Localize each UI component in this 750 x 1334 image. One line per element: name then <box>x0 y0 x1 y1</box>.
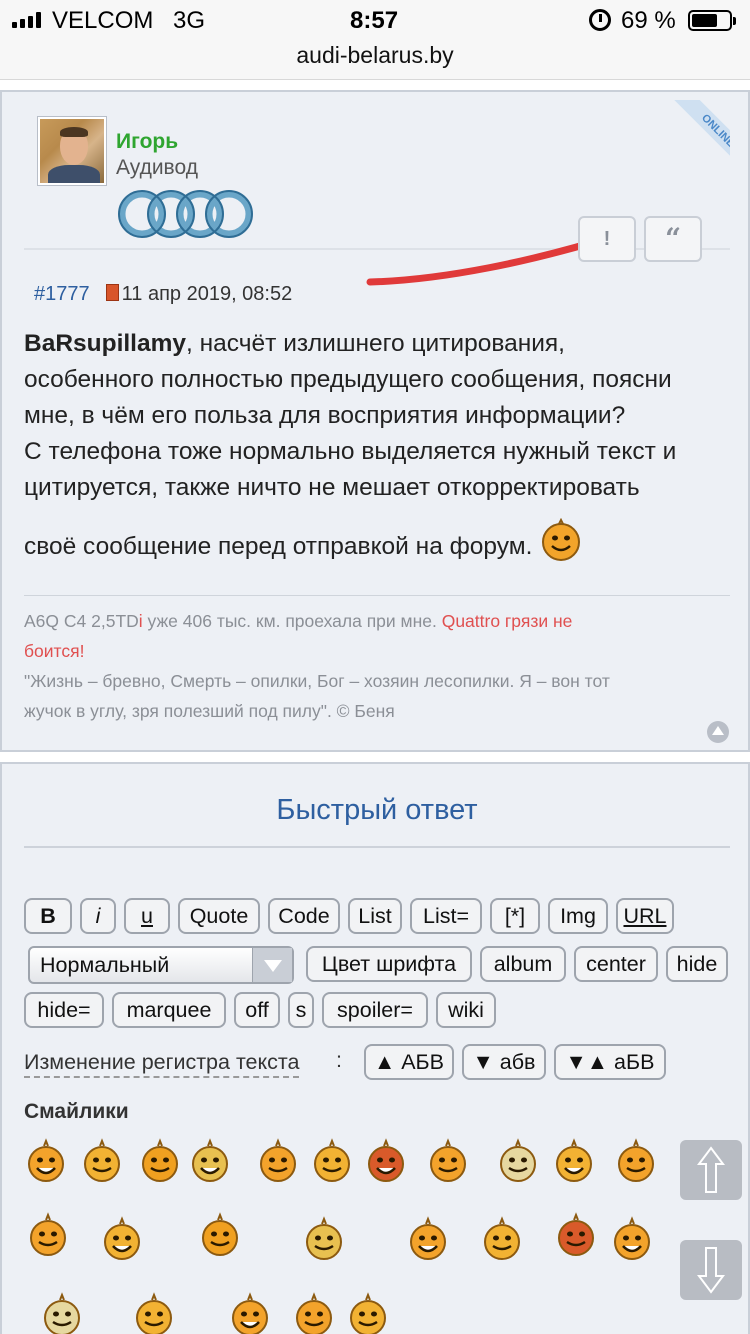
to-top-icon[interactable] <box>707 721 729 743</box>
post-date: 11 апр 2019, 08:52 <box>121 283 293 305</box>
smiley-icon[interactable] <box>610 1216 654 1264</box>
author-title: Аудивод <box>116 156 198 179</box>
status-bar: VELCOM 3G 8:57 69 % <box>0 0 750 40</box>
forum-post: Игорь Аудивод ONLINE ! “ #1777 11 апр 201… <box>0 90 750 752</box>
post-line: цитируется, также ничто не мешает откорр… <box>24 474 640 501</box>
divider <box>24 846 730 848</box>
smiley-icon[interactable] <box>24 1138 68 1186</box>
smiley-icon[interactable] <box>188 1138 232 1186</box>
smiley-icon[interactable] <box>554 1212 598 1260</box>
smiley-icon <box>542 518 581 561</box>
font-color-button[interactable]: Цвет шрифта <box>306 946 472 982</box>
strike-button[interactable]: s <box>288 992 314 1028</box>
battery-icon <box>688 10 736 31</box>
smiley-icon[interactable] <box>138 1138 182 1186</box>
wiki-button[interactable]: wiki <box>436 992 496 1028</box>
spoiler-button[interactable]: spoiler= <box>322 992 428 1028</box>
author-name[interactable]: Игорь <box>116 130 178 154</box>
chevron-down-icon <box>252 948 292 982</box>
signal-icon <box>12 12 41 28</box>
album-button[interactable]: album <box>480 946 566 982</box>
network-type: 3G <box>173 7 206 34</box>
report-icon: ! <box>603 228 611 250</box>
smiley-icon[interactable] <box>40 1292 84 1334</box>
post-body: BaRsupillamy, насчёт излишнего цитирован… <box>24 326 730 565</box>
battery-percent: 69 % <box>621 7 676 34</box>
smilies-title: Смайлики <box>24 1100 129 1123</box>
alarm-icon <box>589 9 611 31</box>
post-line: особенного полностью предыдущего сообщен… <box>24 366 672 393</box>
url-button[interactable]: URL <box>616 898 674 934</box>
smiley-icon[interactable] <box>198 1212 242 1260</box>
smiley-icon[interactable] <box>100 1216 144 1264</box>
smiley-icon[interactable] <box>496 1138 540 1186</box>
smiley-icon[interactable] <box>426 1138 470 1186</box>
scroll-up-icon[interactable] <box>680 1140 742 1200</box>
quick-reply-panel: Быстрый ответ B i u Quote Code List List… <box>0 762 750 1334</box>
uppercase-button[interactable]: ▲ АБВ <box>364 1044 454 1080</box>
invert-case-button[interactable]: ▼▲ аБВ <box>554 1044 666 1080</box>
smiley-icon[interactable] <box>132 1292 176 1334</box>
signature-divider <box>24 595 730 596</box>
smiley-icon[interactable] <box>310 1138 354 1186</box>
list-button[interactable]: List <box>348 898 402 934</box>
smiley-icon[interactable] <box>292 1292 336 1334</box>
list-item-button[interactable]: [*] <box>490 898 540 934</box>
font-size-value: Нормальный <box>40 953 170 977</box>
marquee-button[interactable]: marquee <box>112 992 226 1028</box>
smiley-icon[interactable] <box>614 1138 658 1186</box>
img-button[interactable]: Img <box>548 898 608 934</box>
smiley-icon[interactable] <box>552 1138 596 1186</box>
off-button[interactable]: off <box>234 992 280 1028</box>
quote-icon: “ <box>664 222 682 255</box>
report-button[interactable]: ! <box>578 216 636 262</box>
audi-rings-icon <box>118 190 253 238</box>
quote-tag-button[interactable]: Quote <box>178 898 260 934</box>
post-line: своё сообщение перед отправкой на форум. <box>24 533 533 560</box>
smiley-icon[interactable] <box>480 1216 524 1264</box>
quote-button[interactable]: “ <box>644 216 702 262</box>
post-line: мне, в чём его польза для восприятия инф… <box>24 402 626 429</box>
smiley-icon[interactable] <box>256 1138 300 1186</box>
smiley-icon[interactable] <box>302 1216 346 1264</box>
underline-button[interactable]: u <box>124 898 170 934</box>
font-size-select[interactable]: Нормальный <box>28 946 294 984</box>
post-number-link[interactable]: #1777 <box>34 283 90 305</box>
carrier-name: VELCOM <box>52 7 154 34</box>
post-line: С телефона тоже нормально выделяется нуж… <box>24 438 677 465</box>
center-button[interactable]: center <box>574 946 658 982</box>
avatar[interactable] <box>38 117 106 185</box>
lowercase-button[interactable]: ▼ абв <box>462 1044 546 1080</box>
bold-button[interactable]: B <box>24 898 72 934</box>
code-button[interactable]: Code <box>268 898 340 934</box>
address-bar[interactable]: audi-belarus.by <box>0 40 750 80</box>
smiley-icon[interactable] <box>26 1212 70 1260</box>
case-change-label: Изменение регистра текста <box>24 1048 300 1078</box>
status-time: 8:57 <box>350 7 399 34</box>
quoted-username[interactable]: BaRsupillamy <box>24 330 186 357</box>
post-icon <box>105 284 119 301</box>
smiley-icon[interactable] <box>228 1292 272 1334</box>
smiley-icon[interactable] <box>406 1216 450 1264</box>
smiley-icon[interactable] <box>346 1292 390 1334</box>
italic-button[interactable]: i <box>80 898 116 934</box>
quick-reply-title: Быстрый ответ <box>276 794 478 826</box>
hide-eq-button[interactable]: hide= <box>24 992 104 1028</box>
hide-button[interactable]: hide <box>666 946 728 982</box>
scroll-down-icon[interactable] <box>680 1240 742 1300</box>
post-meta: #1777 11 апр 2019, 08:52 <box>34 283 292 306</box>
smiley-icon[interactable] <box>80 1138 124 1186</box>
list-eq-button[interactable]: List= <box>410 898 482 934</box>
url-text: audi-belarus.by <box>296 42 454 68</box>
signature: A6Q C4 2,5TDi уже 406 тыс. км. проехала … <box>24 611 610 721</box>
online-badge: ONLINE <box>669 100 730 180</box>
smiley-icon[interactable] <box>364 1138 408 1186</box>
